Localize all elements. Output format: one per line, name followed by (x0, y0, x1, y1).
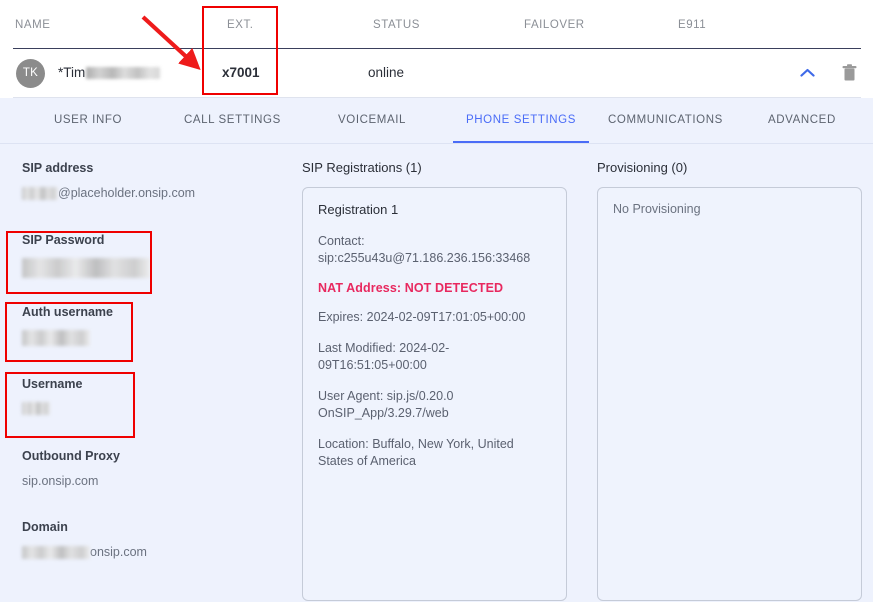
tab-phone-settings[interactable]: PHONE SETTINGS (466, 114, 576, 126)
user-name-cell: *Tim (58, 65, 160, 80)
registration-card: Registration 1 Contact: sip:c255u43u@71.… (302, 187, 567, 601)
column-header-name: NAME (15, 19, 50, 31)
registration-title: Registration 1 (318, 202, 551, 217)
sip-registrations-title: SIP Registrations (1) (302, 160, 567, 175)
table-header: NAME EXT. STATUS FAILOVER E911 (0, 0, 873, 48)
annotation-box-username (5, 372, 135, 438)
domain-suffix: onsip.com (90, 545, 147, 559)
sip-address-label: SIP address (22, 158, 282, 175)
chevron-up-icon[interactable] (795, 61, 819, 85)
provisioning-card: No Provisioning (597, 187, 862, 601)
sip-address-domain: @placeholder.onsip.com (58, 186, 195, 200)
phone-settings-screen: NAME EXT. STATUS FAILOVER E911 TK *Tim x… (0, 0, 873, 602)
provisioning-empty-text: No Provisioning (613, 202, 846, 216)
redacted-domain-prefix (22, 546, 90, 559)
annotation-box-sip-password (6, 231, 152, 294)
column-header-failover: FAILOVER (524, 19, 585, 31)
registration-expires: Expires: 2024-02-09T17:01:05+00:00 (318, 309, 551, 326)
provisioning-title: Provisioning (0) (597, 160, 862, 175)
registration-contact: Contact: sip:c255u43u@71.186.236.156:334… (318, 233, 551, 267)
outbound-proxy-value: sip.onsip.com (22, 463, 282, 488)
domain-label: Domain (22, 517, 282, 534)
column-header-e911: E911 (678, 19, 706, 31)
avatar: TK (16, 59, 45, 88)
annotation-box-ext-column (202, 6, 278, 95)
sip-registrations-column: SIP Registrations (1) Registration 1 Con… (302, 160, 567, 601)
registration-location: Location: Buffalo, New York, United Stat… (318, 436, 551, 470)
annotation-box-auth-username (5, 302, 133, 362)
column-header-status: STATUS (373, 19, 420, 31)
tab-user-info[interactable]: USER INFO (54, 114, 122, 126)
table-row[interactable]: TK *Tim x7001 online (0, 49, 873, 97)
domain-value: onsip.com (22, 534, 282, 559)
tab-bar: USER INFO CALL SETTINGS VOICEMAIL PHONE … (0, 98, 873, 144)
cell-status: online (368, 65, 404, 80)
user-name-text: *Tim (58, 65, 85, 80)
tab-voicemail[interactable]: VOICEMAIL (338, 114, 406, 126)
field-sip-address: SIP address @placeholder.onsip.com (22, 158, 282, 200)
row-actions (795, 61, 861, 85)
field-outbound-proxy: Outbound Proxy sip.onsip.com (22, 446, 282, 488)
registration-user-agent: User Agent: sip.js/0.20.0 OnSIP_App/3.29… (318, 388, 551, 422)
provisioning-column: Provisioning (0) No Provisioning (597, 160, 862, 601)
tab-advanced[interactable]: ADVANCED (768, 114, 836, 126)
sip-address-value: @placeholder.onsip.com (22, 175, 282, 200)
redacted-name-block (86, 67, 160, 79)
redacted-sip-user (22, 187, 58, 200)
outbound-proxy-label: Outbound Proxy (22, 446, 282, 463)
field-domain: Domain onsip.com (22, 517, 282, 559)
tab-communications[interactable]: COMMUNICATIONS (608, 114, 723, 126)
registration-nat-status: NAT Address: NOT DETECTED (318, 281, 551, 295)
trash-icon[interactable] (837, 61, 861, 85)
tab-call-settings[interactable]: CALL SETTINGS (184, 114, 281, 126)
registration-last-modified: Last Modified: 2024-02-09T16:51:05+00:00 (318, 340, 551, 374)
